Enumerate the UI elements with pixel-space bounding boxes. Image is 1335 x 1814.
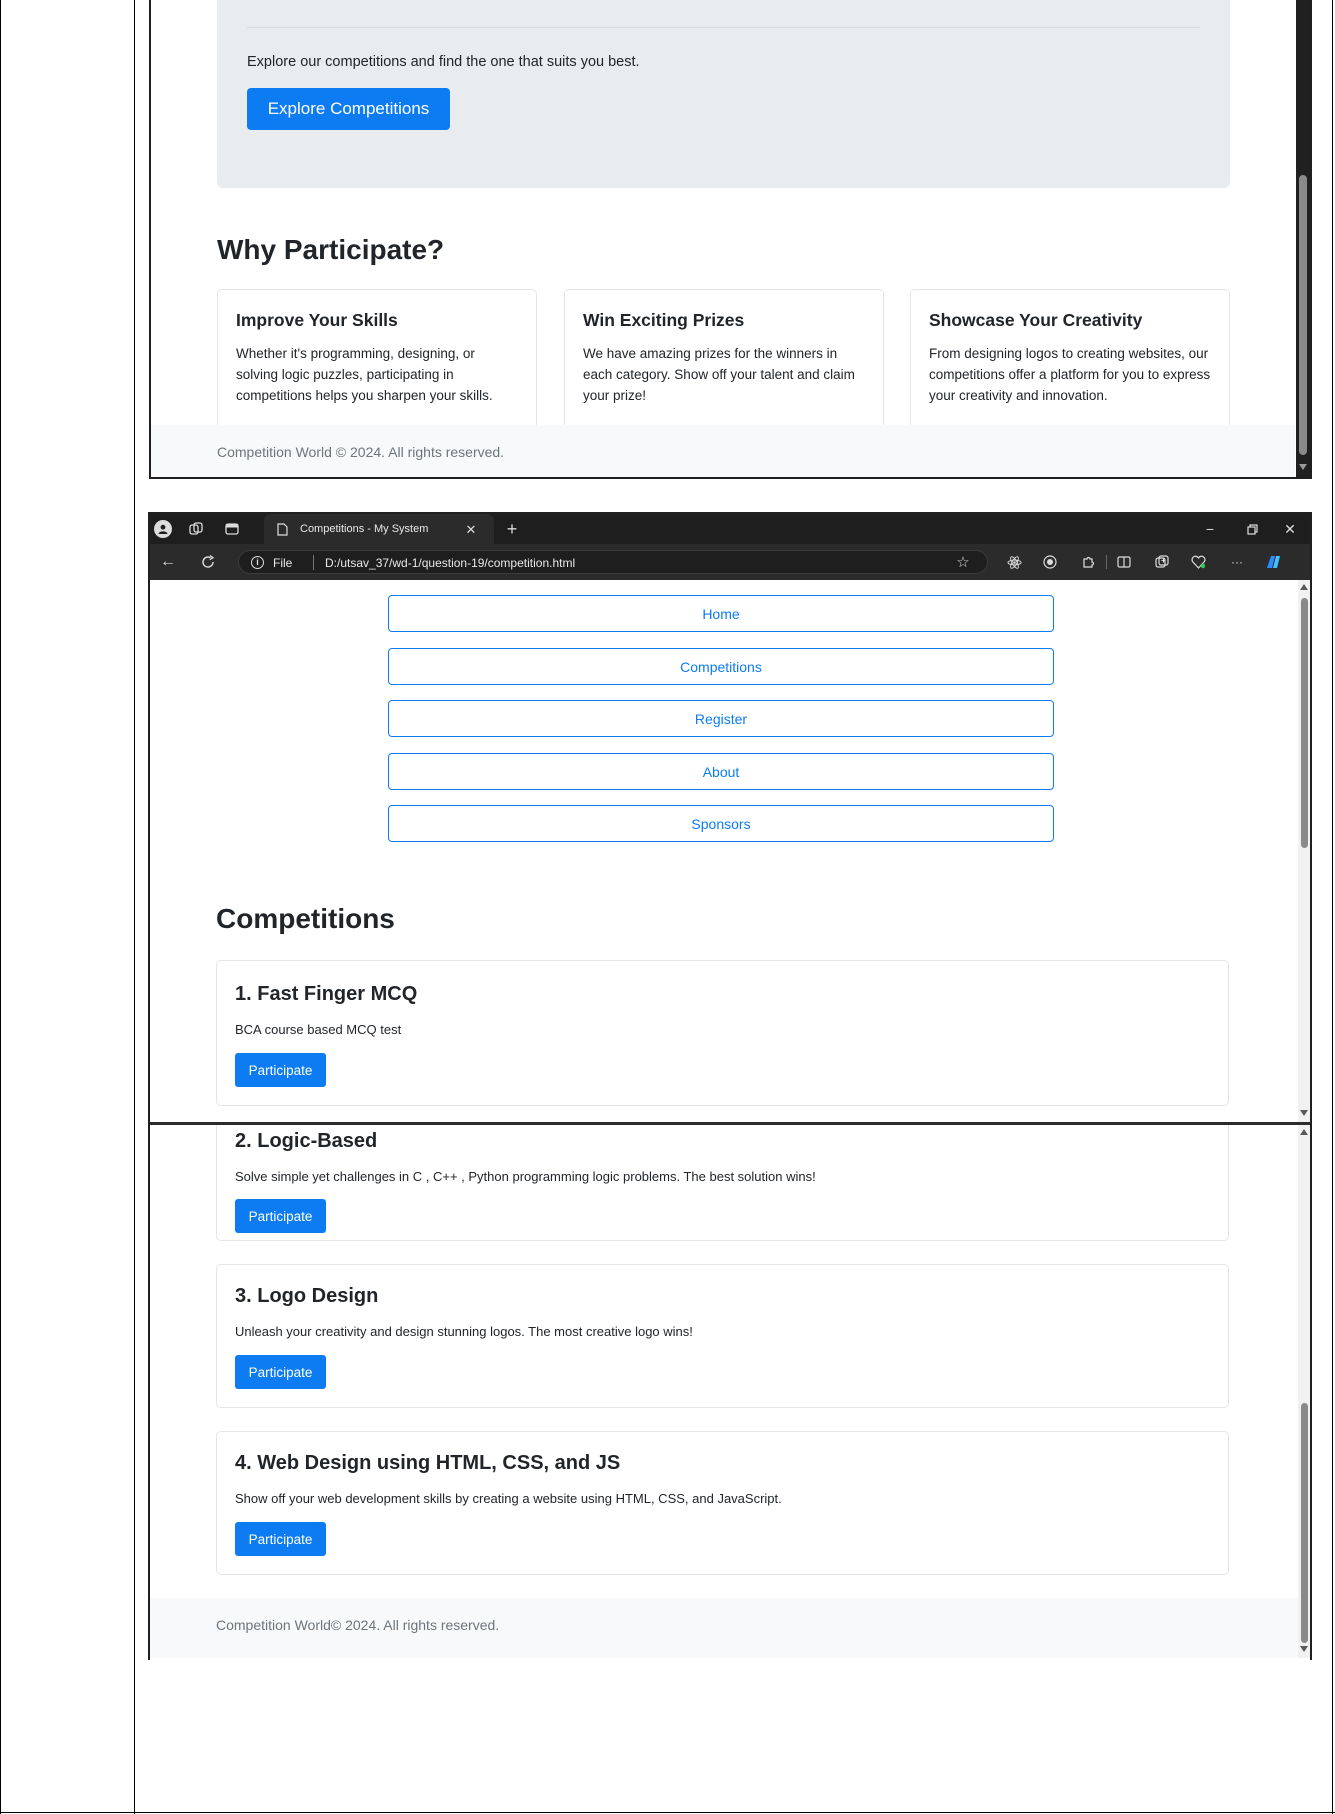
browser-tab-bar: Competitions - My System ✕ + − ✕ [150,514,1310,544]
feature-card-title: Showcase Your Creativity [929,310,1143,330]
info-icon[interactable]: i [251,556,264,569]
participate-button[interactable]: Participate [235,1355,326,1389]
extension-record-icon[interactable] [1042,554,1058,570]
competition-card-logo-design: 3. Logo Design Unleash your creativity a… [216,1264,1229,1408]
new-tab-icon[interactable]: + [504,520,520,538]
browser-tab-active[interactable]: Competitions - My System ✕ [264,514,494,544]
restore-icon[interactable] [1244,522,1260,536]
scroll-down-arrow[interactable] [1300,1646,1308,1652]
competitions-heading: Competitions [216,903,395,934]
explore-competitions-button[interactable]: Explore Competitions [247,88,450,130]
competition-title: 1. Fast Finger MCQ [235,983,418,1005]
more-options-icon[interactable]: ··· [1228,554,1246,570]
feature-card-prizes: Win Exciting Prizes We have amazing priz… [564,289,884,429]
scroll-up-arrow[interactable] [1300,584,1308,590]
tab-actions-icon[interactable] [224,522,240,536]
participate-button[interactable]: Participate [235,1199,326,1233]
document-border-right [1332,0,1333,1814]
toolbar-divider [1106,555,1107,569]
workspaces-icon[interactable] [188,522,204,536]
screenshot-top-page: Explore our competitions and find the on… [150,0,1310,478]
feature-card-skills: Improve Your Skills Whether it's program… [217,289,537,429]
feature-card-text: Whether it's programming, designing, or … [236,346,493,403]
jumbotron-divider [247,27,1200,28]
feature-card-title: Win Exciting Prizes [583,310,745,330]
page-scrollbar-upper[interactable] [1298,580,1310,1122]
feature-card-title: Improve Your Skills [236,310,398,330]
page-scrollbar-lower[interactable] [1298,1125,1310,1658]
scrollbar-thumb[interactable] [1301,1403,1308,1643]
scroll-up-arrow[interactable] [1300,1129,1308,1135]
feature-card-text: From designing logos to creating website… [929,346,1211,403]
competition-title: 4. Web Design using HTML, CSS, and JS [235,1452,621,1474]
scrollbar-thumb[interactable] [1301,598,1308,848]
feature-card-creativity: Showcase Your Creativity From designing … [910,289,1230,429]
footer: Competition World© 2024. All rights rese… [150,1598,1298,1658]
participate-button[interactable]: Participate [235,1053,326,1087]
screenshot-bottom-page: Home Competitions Register About Sponsor… [150,580,1310,1658]
nav-competitions-button[interactable]: Competitions [388,648,1054,685]
nav-register-button[interactable]: Register [388,700,1054,737]
browser-essentials-icon[interactable] [1190,554,1206,570]
competition-description: Show off your web development skills by … [235,1491,782,1506]
profile-icon[interactable] [154,520,172,538]
file-label: File [273,556,293,570]
extensions-puzzle-icon[interactable] [1080,554,1096,570]
document-border-bottom [0,1812,1335,1813]
competition-description: BCA course based MCQ test [235,1022,402,1037]
footer: Competition World © 2024. All rights res… [150,425,1295,478]
page-scrollbar[interactable] [1296,0,1310,478]
copilot-icon[interactable] [1262,551,1284,573]
footer-text: Competition World© 2024. All rights rese… [216,1617,500,1633]
minimize-icon[interactable]: − [1202,522,1218,536]
document-border-left [0,0,1,1814]
tab-title: Competitions - My System [300,523,429,535]
refresh-icon[interactable] [200,554,216,570]
competition-card-fast-finger: 1. Fast Finger MCQ BCA course based MCQ … [216,960,1229,1106]
extension-react-icon[interactable] [1006,554,1022,570]
why-participate-heading: Why Participate? [217,234,445,265]
url-text[interactable]: D:/utsav_37/wd-1/question-19/competition… [325,556,575,570]
competition-card-web-design: 4. Web Design using HTML, CSS, and JS Sh… [216,1431,1229,1575]
document-column-divider [134,0,135,1814]
omnibox[interactable]: i File D:/utsav_37/wd-1/question-19/comp… [238,550,988,574]
nav-sponsors-button[interactable]: Sponsors [388,805,1054,842]
jumbotron: Explore our competitions and find the on… [217,0,1230,188]
nav-home-button[interactable]: Home [388,595,1054,632]
scroll-down-arrow[interactable] [1299,464,1307,470]
participate-button[interactable]: Participate [235,1522,326,1556]
competition-title: 2. Logic-Based [235,1130,378,1152]
jumbotron-text: Explore our competitions and find the on… [247,54,640,70]
back-arrow-icon[interactable]: ← [160,554,176,570]
omnibox-separator [313,555,314,570]
competition-description: Unleash your creativity and design stunn… [235,1324,693,1339]
footer-text: Competition World © 2024. All rights res… [217,444,505,460]
collections-icon[interactable] [1154,554,1170,570]
tab-close-icon[interactable]: ✕ [464,522,478,536]
scroll-down-arrow[interactable] [1300,1110,1308,1116]
page-icon [276,522,288,536]
competition-card-logic: 2. Logic-Based Solve simple yet challeng… [216,1125,1229,1241]
favorite-star-icon[interactable]: ☆ [955,554,971,570]
split-screen-icon[interactable] [1116,554,1132,570]
nav-about-button[interactable]: About [388,753,1054,790]
scrollbar-thumb[interactable] [1299,175,1307,455]
competition-title: 3. Logo Design [235,1285,379,1307]
competition-description: Solve simple yet challenges in C , C++ ,… [235,1169,816,1184]
feature-card-text: We have amazing prizes for the winners i… [583,346,855,403]
window-close-icon[interactable]: ✕ [1282,522,1298,536]
browser-address-bar: ← i File D:/utsav_37/wd-1/question-19/co… [150,544,1310,580]
